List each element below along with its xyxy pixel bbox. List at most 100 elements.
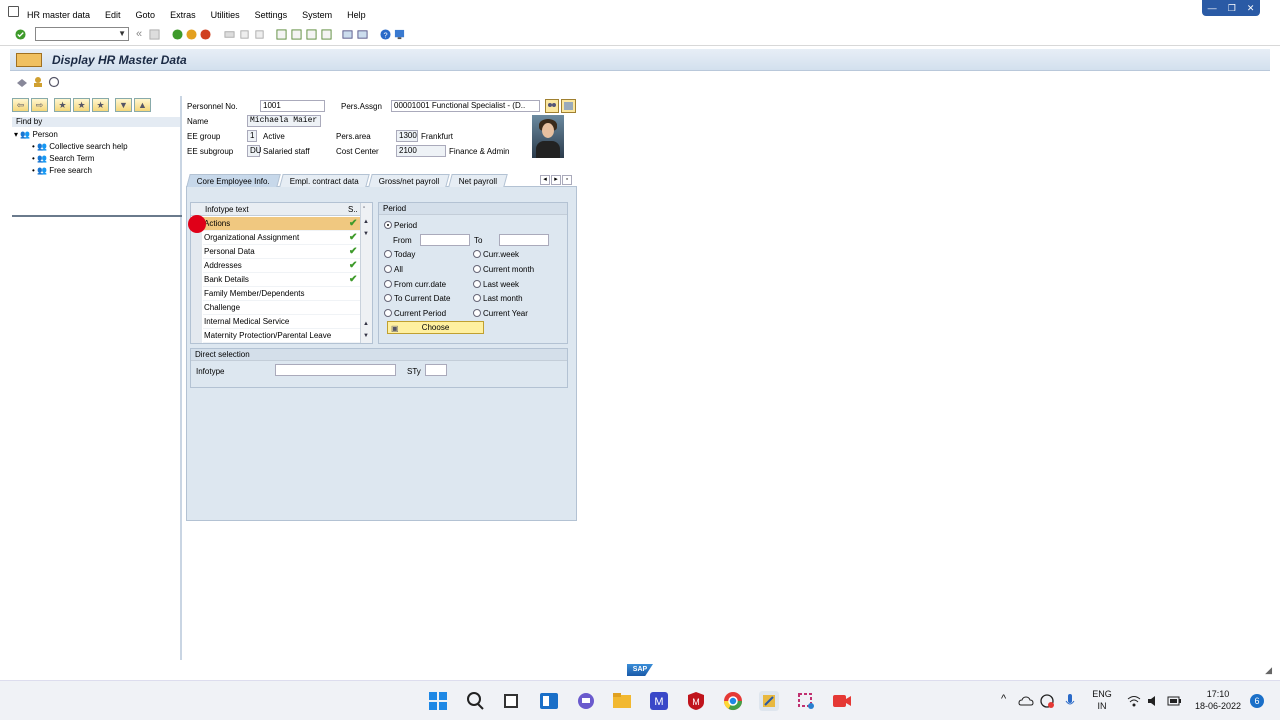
column-status[interactable]: S.. <box>348 203 358 216</box>
menu-edit[interactable]: Edit <box>105 10 121 20</box>
row-selector[interactable] <box>191 287 203 301</box>
tree-node-person[interactable]: ▾ 👥 Person <box>14 129 128 141</box>
radio-button[interactable] <box>473 309 481 317</box>
back-icon[interactable] <box>172 29 183 40</box>
row-selector[interactable] <box>191 315 203 329</box>
menu-hr-master-data[interactable]: HR master data <box>27 10 90 20</box>
add-favorite-icon[interactable]: ★ <box>73 98 90 112</box>
radio-current-month[interactable]: Current month <box>473 265 534 274</box>
personnel-no-field[interactable]: 1001 <box>260 100 325 112</box>
radio-button[interactable] <box>384 221 392 229</box>
table-scrollbar[interactable]: ▫ ▲ ▼ ▲ ▼ <box>360 203 372 343</box>
menu-settings[interactable]: Settings <box>255 10 288 20</box>
windows-start-icon[interactable] <box>428 691 448 711</box>
chevron-down-icon[interactable]: ▼ <box>118 29 126 38</box>
table-row[interactable]: Family Member/Dependents <box>191 287 360 301</box>
assignment-overview-icon[interactable] <box>545 99 559 113</box>
refresh-icon[interactable] <box>48 76 60 88</box>
radio-button[interactable] <box>473 265 481 273</box>
wifi-icon[interactable] <box>1126 693 1142 709</box>
print-icon[interactable] <box>224 29 235 40</box>
subtype-input[interactable] <box>425 364 447 376</box>
file-explorer-icon[interactable] <box>612 691 632 711</box>
radio-button[interactable] <box>384 309 392 317</box>
radio-period[interactable]: Period <box>384 221 417 230</box>
next-page-icon[interactable] <box>306 29 317 40</box>
scroll-up-icon[interactable]: ▲ <box>363 321 369 327</box>
radio-current-period[interactable]: Current Period <box>384 309 446 318</box>
forward-arrow-icon[interactable]: ⇨ <box>31 98 48 112</box>
table-row[interactable]: Internal Medical Service <box>191 315 360 329</box>
person-settings-icon[interactable] <box>32 76 44 88</box>
exit-icon[interactable] <box>186 29 197 40</box>
scroll-up-icon[interactable]: ▲ <box>363 219 369 225</box>
tree-item-free-search[interactable]: • 👥 Free search <box>14 165 128 177</box>
menu-extras[interactable]: Extras <box>170 10 196 20</box>
chat-icon[interactable] <box>576 691 596 711</box>
remote-app-icon[interactable]: M <box>649 691 669 711</box>
table-row[interactable]: Organizational Assignment ✔ <box>191 231 360 245</box>
row-selector[interactable] <box>191 273 203 287</box>
tab-right-icon[interactable]: ▸ <box>551 175 561 185</box>
back-arrows-icon[interactable]: « <box>136 28 142 40</box>
tab-list-icon[interactable]: ▫ <box>562 175 572 185</box>
show-hidden-icons-icon[interactable]: ^ <box>1001 693 1006 705</box>
last-page-icon[interactable] <box>321 29 332 40</box>
close-icon[interactable]: ✕ <box>1247 3 1255 14</box>
table-row[interactable]: Challenge <box>191 301 360 315</box>
sync-icon[interactable] <box>1039 693 1055 709</box>
save-icon[interactable] <box>149 29 160 40</box>
favorites-star-icon[interactable]: ★ <box>54 98 71 112</box>
radio-button[interactable] <box>384 280 392 288</box>
tab-gross-net-payroll[interactable]: Gross/net payroll <box>368 174 451 187</box>
scroll-down-icon[interactable]: ▼ <box>363 231 369 237</box>
enter-check-icon[interactable] <box>15 29 26 40</box>
cancel-icon[interactable] <box>200 29 211 40</box>
choose-button[interactable]: ▣ Choose <box>387 321 484 334</box>
restore-icon[interactable]: ❐ <box>1228 3 1236 14</box>
table-settings-icon[interactable]: ▫ <box>363 205 365 211</box>
onedrive-icon[interactable] <box>1018 693 1034 709</box>
battery-icon[interactable] <box>1166 693 1182 709</box>
row-selector[interactable] <box>191 259 203 273</box>
previous-page-icon[interactable] <box>291 29 302 40</box>
table-row[interactable]: Actions ✔ <box>191 217 360 231</box>
task-view-icon[interactable] <box>501 691 521 711</box>
notification-badge[interactable]: 6 <box>1250 694 1264 708</box>
radio-from-curr-date[interactable]: From curr.date <box>384 280 446 289</box>
menu-help[interactable]: Help <box>347 10 366 20</box>
table-row[interactable]: Bank Details ✔ <box>191 273 360 287</box>
assignment-details-icon[interactable] <box>561 99 576 113</box>
radio-button[interactable] <box>384 265 392 273</box>
radio-last-month[interactable]: Last month <box>473 294 523 303</box>
tree-item-search-term[interactable]: • 👥 Search Term <box>14 153 128 165</box>
menu-icon[interactable] <box>8 6 19 17</box>
sap-logon-icon[interactable] <box>759 691 779 711</box>
tab-empl-contract-data[interactable]: Empl. contract data <box>279 174 370 187</box>
row-selector[interactable] <box>191 245 203 259</box>
snipping-tool-icon[interactable] <box>796 691 816 711</box>
customize-layout-icon[interactable] <box>394 29 405 40</box>
screen-recorder-icon[interactable] <box>832 691 852 711</box>
microphone-icon[interactable] <box>1062 693 1078 709</box>
delete-favorite-icon[interactable]: ★ <box>92 98 109 112</box>
menu-toggle-icon[interactable] <box>16 53 42 67</box>
first-page-icon[interactable] <box>276 29 287 40</box>
table-row[interactable]: Maternity Protection/Parental Leave <box>191 329 360 343</box>
widgets-icon[interactable] <box>539 691 559 711</box>
find-icon[interactable] <box>239 29 250 40</box>
display-change-icon[interactable] <box>16 77 28 89</box>
clock[interactable]: 17:10 18-06-2022 <box>1190 688 1246 712</box>
radio-button[interactable] <box>384 294 392 302</box>
radio-button[interactable] <box>473 294 481 302</box>
table-row[interactable]: Addresses ✔ <box>191 259 360 273</box>
chrome-icon[interactable] <box>723 691 743 711</box>
shortcut-icon[interactable] <box>357 29 368 40</box>
volume-icon[interactable] <box>1146 693 1162 709</box>
minimize-icon[interactable]: — <box>1208 3 1217 13</box>
tab-net-payroll[interactable]: Net payroll <box>448 174 509 187</box>
expand-triangle-icon[interactable]: ▾ <box>14 130 18 139</box>
status-expand-icon[interactable]: ◢ <box>1265 665 1272 676</box>
row-selector[interactable] <box>191 301 203 315</box>
radio-current-year[interactable]: Current Year <box>473 309 528 318</box>
